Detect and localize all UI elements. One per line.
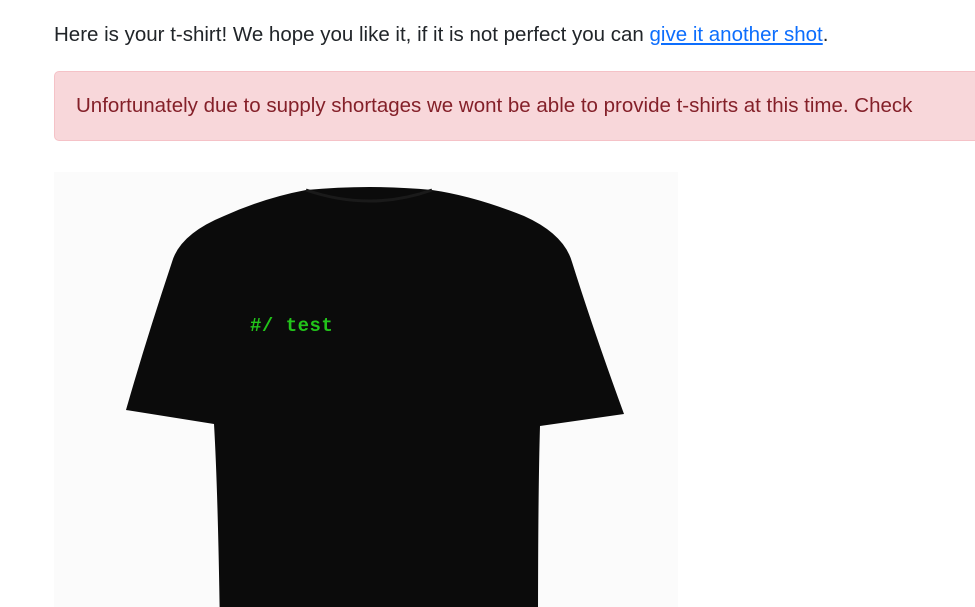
intro-text-before-link: Here is your t-shirt! We hope you like i… [54, 23, 650, 46]
tshirt-body [126, 187, 624, 607]
give-another-shot-link[interactable]: give it another shot [650, 23, 823, 46]
supply-shortage-alert: Unfortunately due to supply shortages we… [54, 71, 975, 141]
tshirt-image: #/ test [54, 172, 678, 607]
intro-text-after-link: . [822, 23, 829, 46]
tshirt-print-text: #/ test [250, 315, 334, 337]
tshirt-graphic [126, 187, 624, 607]
intro-text: Here is your t-shirt! We hope you like i… [54, 20, 828, 50]
alert-message: Unfortunately due to supply shortages we… [76, 94, 913, 117]
